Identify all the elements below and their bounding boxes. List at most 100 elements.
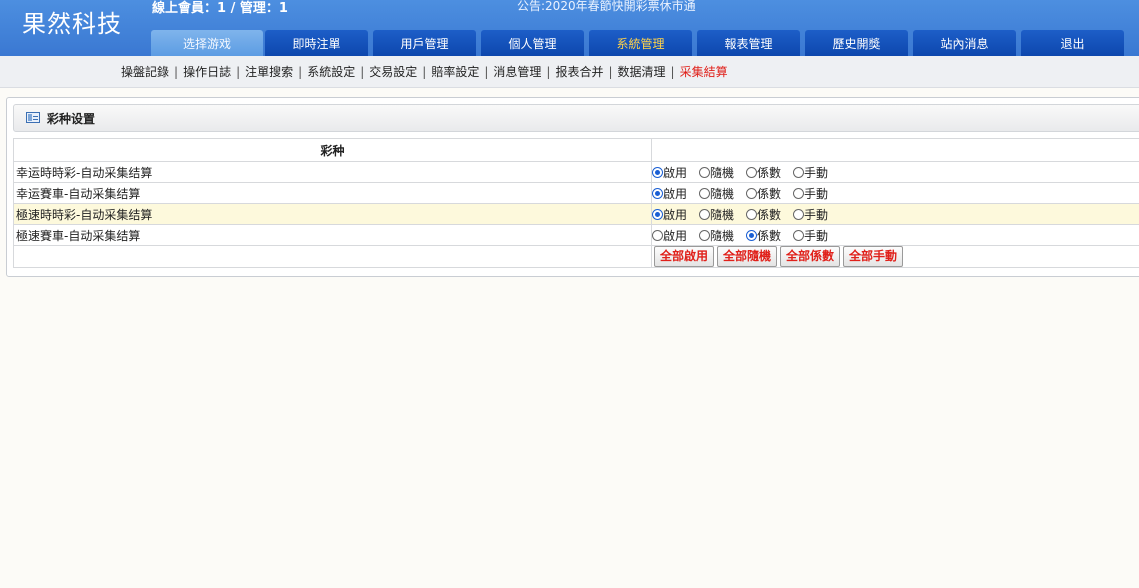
- subnav-separator: |: [422, 65, 427, 79]
- subnav-bet-search[interactable]: 注單搜索: [245, 65, 293, 79]
- random-all-button[interactable]: 全部隨機: [717, 246, 778, 267]
- table-row: 極速時時彩-自动采集结算 啟用 隨機 係數 手動: [13, 203, 1139, 225]
- radio-label: 啟用: [663, 207, 688, 222]
- subnav-operation-log[interactable]: 操作日誌: [183, 65, 231, 79]
- subnav-separator: |: [608, 65, 613, 79]
- bulk-action-row: 全部啟用 全部隨機 全部係數 全部手動: [13, 245, 1139, 268]
- radio-button[interactable]: [699, 208, 711, 220]
- tab-messages[interactable]: 站內消息: [913, 30, 1016, 56]
- tab-user-management[interactable]: 用戶管理: [373, 30, 476, 56]
- radio-enable[interactable]: 啟用: [652, 206, 687, 223]
- radio-button[interactable]: [699, 166, 711, 178]
- tab-logout[interactable]: 退出: [1021, 30, 1124, 56]
- radio-manual[interactable]: 手動: [793, 185, 828, 202]
- radio-button[interactable]: [793, 229, 805, 241]
- top-header: 果然科技 線上會員：1 / 管理：1 公告:2020年春節快開彩票休市通 选择游…: [0, 0, 1139, 56]
- radio-button[interactable]: [652, 187, 663, 199]
- radio-label: 隨機: [710, 165, 735, 180]
- subnav-data-cleanup[interactable]: 数据清理: [618, 65, 666, 79]
- radio-enable[interactable]: 啟用: [652, 185, 687, 202]
- radio-label: 手動: [804, 228, 829, 243]
- lottery-name: 幸运賽車-自动采集结算: [13, 182, 652, 204]
- radio-coefficient[interactable]: 係數: [746, 185, 781, 202]
- radio-manual[interactable]: 手動: [793, 227, 828, 244]
- radio-label: 啟用: [663, 186, 688, 201]
- notice-marquee: 公告:2020年春節快開彩票休市通: [517, 0, 696, 13]
- radio-random[interactable]: 隨機: [699, 227, 734, 244]
- tab-reports[interactable]: 報表管理: [697, 30, 800, 56]
- radio-label: 啟用: [663, 165, 688, 180]
- mode-options: 啟用 隨機 係數 手動: [651, 161, 1139, 183]
- radio-random[interactable]: 隨機: [699, 164, 734, 181]
- radio-manual[interactable]: 手動: [793, 206, 828, 223]
- radio-coefficient[interactable]: 係數: [746, 227, 781, 244]
- radio-label: 隨機: [710, 228, 735, 243]
- radio-label: 係數: [757, 165, 782, 180]
- radio-manual[interactable]: 手動: [793, 164, 828, 181]
- radio-coefficient[interactable]: 係數: [746, 206, 781, 223]
- subnav-separator: |: [484, 65, 489, 79]
- enable-all-button[interactable]: 全部啟用: [654, 246, 715, 267]
- mode-options: 啟用 隨機 係數 手動: [651, 203, 1139, 225]
- radio-random[interactable]: 隨機: [699, 206, 734, 223]
- radio-button[interactable]: [699, 229, 711, 241]
- empty-cell: [13, 245, 652, 268]
- radio-button[interactable]: [652, 166, 663, 178]
- radio-label: 隨機: [710, 207, 735, 222]
- radio-button[interactable]: [746, 229, 758, 241]
- radio-button[interactable]: [793, 187, 805, 199]
- table-row: 幸运賽車-自动采集结算 啟用 隨機 係數 手動: [13, 182, 1139, 204]
- radio-enable[interactable]: 啟用: [652, 227, 687, 244]
- subnav-separator: |: [298, 65, 303, 79]
- tab-live-bets[interactable]: 即時注單: [265, 30, 368, 56]
- online-count: 線上會員：1 / 管理：1: [152, 1, 288, 16]
- table-row: 幸运時時彩-自动采集结算 啟用 隨機 係數 手動: [13, 161, 1139, 183]
- subnav-odds-settings[interactable]: 賠率設定: [431, 65, 479, 79]
- mode-options: 啟用 隨機 係數 手動: [651, 182, 1139, 204]
- column-header-options: [651, 138, 1139, 162]
- radio-button[interactable]: [652, 208, 663, 220]
- main-nav: 选择游戏 即時注單 用戶管理 個人管理 系統管理 報表管理 歷史開獎 站內消息 …: [0, 30, 1139, 56]
- tab-system-management[interactable]: 系統管理: [589, 30, 692, 56]
- subnav-separator: |: [546, 65, 551, 79]
- tab-personal[interactable]: 個人管理: [481, 30, 584, 56]
- lottery-name: 幸运時時彩-自动采集结算: [13, 161, 652, 183]
- radio-label: 係數: [757, 207, 782, 222]
- tab-select-game[interactable]: 选择游戏: [151, 30, 263, 56]
- radio-label: 隨機: [710, 186, 735, 201]
- table-icon: [26, 112, 40, 123]
- subnav-separator: |: [236, 65, 241, 79]
- radio-button[interactable]: [793, 208, 805, 220]
- radio-button[interactable]: [793, 166, 805, 178]
- radio-button[interactable]: [699, 187, 711, 199]
- mode-options: 啟用 隨機 係數 手動: [651, 224, 1139, 246]
- settings-table: 彩种 幸运時時彩-自动采集结算 啟用 隨機 係數 手動 幸运賽車-自动采集结算 啟用 隨機 係數…: [13, 138, 1139, 268]
- radio-button[interactable]: [652, 229, 663, 241]
- radio-random[interactable]: 隨機: [699, 185, 734, 202]
- subnav-trading-records[interactable]: 操盤記錄: [121, 65, 169, 79]
- radio-label: 係數: [757, 186, 782, 201]
- column-header-lottery: 彩种: [13, 138, 652, 162]
- coefficient-all-button[interactable]: 全部係數: [780, 246, 841, 267]
- subnav-separator: |: [174, 65, 179, 79]
- radio-label: 係數: [757, 228, 782, 243]
- subnav-separator: |: [670, 65, 675, 79]
- tab-draw-history[interactable]: 歷史開獎: [805, 30, 908, 56]
- subnav-report-merge[interactable]: 报表合并: [555, 65, 603, 79]
- lottery-name: 極速時時彩-自动采集结算: [13, 203, 652, 225]
- subnav-trade-settings[interactable]: 交易設定: [369, 65, 417, 79]
- manual-all-button[interactable]: 全部手動: [843, 246, 904, 267]
- panel-header: 彩种设置: [13, 104, 1139, 132]
- subnav-collect-settle[interactable]: 采集結算: [680, 65, 728, 79]
- radio-enable[interactable]: 啟用: [652, 164, 687, 181]
- panel-title: 彩种设置: [47, 112, 96, 126]
- subnav-system-settings[interactable]: 系統設定: [307, 65, 355, 79]
- radio-label: 啟用: [663, 228, 688, 243]
- radio-label: 手動: [804, 207, 829, 222]
- radio-coefficient[interactable]: 係數: [746, 164, 781, 181]
- subnav-message-management[interactable]: 消息管理: [493, 65, 541, 79]
- radio-label: 手動: [804, 165, 829, 180]
- radio-button[interactable]: [746, 166, 758, 178]
- radio-button[interactable]: [746, 187, 758, 199]
- radio-button[interactable]: [746, 208, 758, 220]
